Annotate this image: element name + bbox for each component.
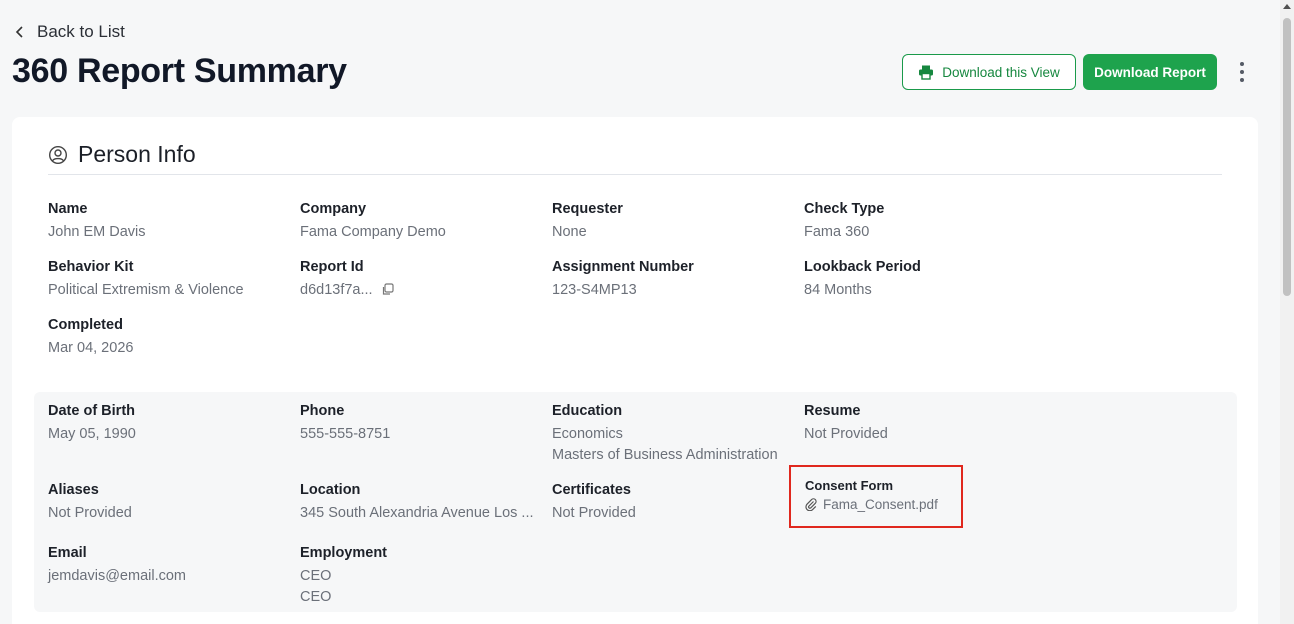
field-date-of-birth: Date of Birth May 05, 1990	[48, 402, 136, 445]
field-label: Assignment Number	[552, 259, 694, 275]
field-location: Location 345 South Alexandria Avenue Los…	[300, 481, 534, 524]
field-value: Not Provided	[552, 505, 636, 521]
field-behavior-kit: Behavior Kit Political Extremism & Viole…	[48, 258, 244, 301]
field-value: Masters of Business Administration	[552, 447, 778, 463]
scrollbar[interactable]	[1280, 0, 1294, 624]
field-value: CEO	[300, 589, 332, 605]
field-label: Requester	[552, 201, 623, 217]
field-value: 123-S4MP13	[552, 282, 637, 298]
more-options-icon[interactable]	[1230, 54, 1254, 90]
consent-form-highlight: Consent Form Fama_Consent.pdf	[789, 465, 963, 528]
field-value: 555-555-8751	[300, 426, 391, 442]
field-label: Behavior Kit	[48, 259, 134, 275]
field-label: Date of Birth	[48, 403, 135, 419]
field-aliases: Aliases Not Provided	[48, 481, 132, 524]
field-label: Check Type	[804, 201, 885, 217]
field-value: CEO	[300, 568, 332, 584]
copy-icon[interactable]	[381, 283, 394, 296]
section-title: Person Info	[78, 141, 196, 167]
field-employment: Employment CEO CEO	[300, 544, 387, 608]
field-label: Resume	[804, 403, 861, 419]
field-certificates: Certificates Not Provided	[552, 481, 636, 524]
field-lookback-period: Lookback Period 84 Months	[804, 258, 921, 301]
field-value: None	[552, 224, 587, 240]
field-label: Completed	[48, 317, 123, 333]
download-view-label: Download this View	[942, 64, 1060, 80]
field-consent-form: Consent Form Fama_Consent.pdf	[805, 478, 938, 512]
scrollbar-thumb[interactable]	[1283, 18, 1291, 296]
field-value: Not Provided	[48, 505, 132, 521]
field-label: Location	[300, 482, 361, 498]
field-email: Email jemdavis@email.com	[48, 544, 186, 587]
field-company: Company Fama Company Demo	[300, 200, 446, 243]
field-value: Fama Company Demo	[300, 224, 446, 240]
field-value: Political Extremism & Violence	[48, 282, 244, 298]
header-actions: Download this View Download Report	[902, 54, 1254, 90]
field-completed: Completed Mar 04, 2026	[48, 316, 133, 359]
field-value: John EM Davis	[48, 224, 146, 240]
page-title: 360 Report Summary	[12, 52, 347, 90]
field-report-id: Report Id d6d13f7a...	[300, 258, 394, 301]
field-value: Fama 360	[804, 224, 870, 240]
field-resume: Resume Not Provided	[804, 402, 888, 445]
field-label: Consent Form	[805, 478, 894, 493]
field-value: Not Provided	[804, 426, 888, 442]
consent-file-name: Fama_Consent.pdf	[823, 497, 938, 512]
field-value: May 05, 1990	[48, 426, 136, 442]
back-to-list-link[interactable]: Back to List	[13, 22, 125, 42]
field-assignment-number: Assignment Number 123-S4MP13	[552, 258, 694, 301]
field-value: 345 South Alexandria Avenue Los ...	[300, 505, 534, 521]
chevron-left-icon	[15, 26, 23, 38]
field-check-type: Check Type Fama 360	[804, 200, 884, 243]
field-value: Mar 04, 2026	[48, 340, 134, 356]
field-label: Education	[552, 403, 623, 419]
field-label: Certificates	[552, 482, 631, 498]
field-label: Name	[48, 201, 88, 217]
field-label: Aliases	[48, 482, 99, 498]
back-label: Back to List	[37, 22, 125, 41]
person-info-card: Person Info Name John EM Davis Company F…	[12, 117, 1258, 624]
consent-file-link[interactable]: Fama_Consent.pdf	[805, 497, 938, 512]
download-view-button[interactable]: Download this View	[902, 54, 1076, 90]
field-value: d6d13f7a...	[300, 282, 373, 298]
report-id-row: d6d13f7a...	[300, 280, 394, 301]
divider	[48, 174, 1222, 175]
paperclip-icon	[805, 498, 817, 511]
field-value: jemdavis@email.com	[48, 568, 187, 584]
field-label: Lookback Period	[804, 259, 921, 275]
user-circle-icon	[48, 145, 68, 164]
field-label: Phone	[300, 403, 345, 419]
field-value: 84 Months	[804, 282, 872, 298]
field-value: Economics	[552, 426, 623, 442]
download-report-button[interactable]: Download Report	[1083, 54, 1217, 90]
field-label: Employment	[300, 545, 388, 561]
field-name: Name John EM Davis	[48, 200, 146, 243]
field-phone: Phone 555-555-8751	[300, 402, 390, 445]
section-header: Person Info	[48, 141, 196, 168]
field-education: Education Economics Masters of Business …	[552, 402, 778, 466]
field-label: Company	[300, 201, 367, 217]
field-label: Report Id	[300, 259, 364, 275]
printer-icon	[919, 65, 934, 80]
field-requester: Requester None	[552, 200, 623, 243]
field-label: Email	[48, 545, 87, 561]
scroll-up-icon[interactable]	[1283, 4, 1291, 9]
